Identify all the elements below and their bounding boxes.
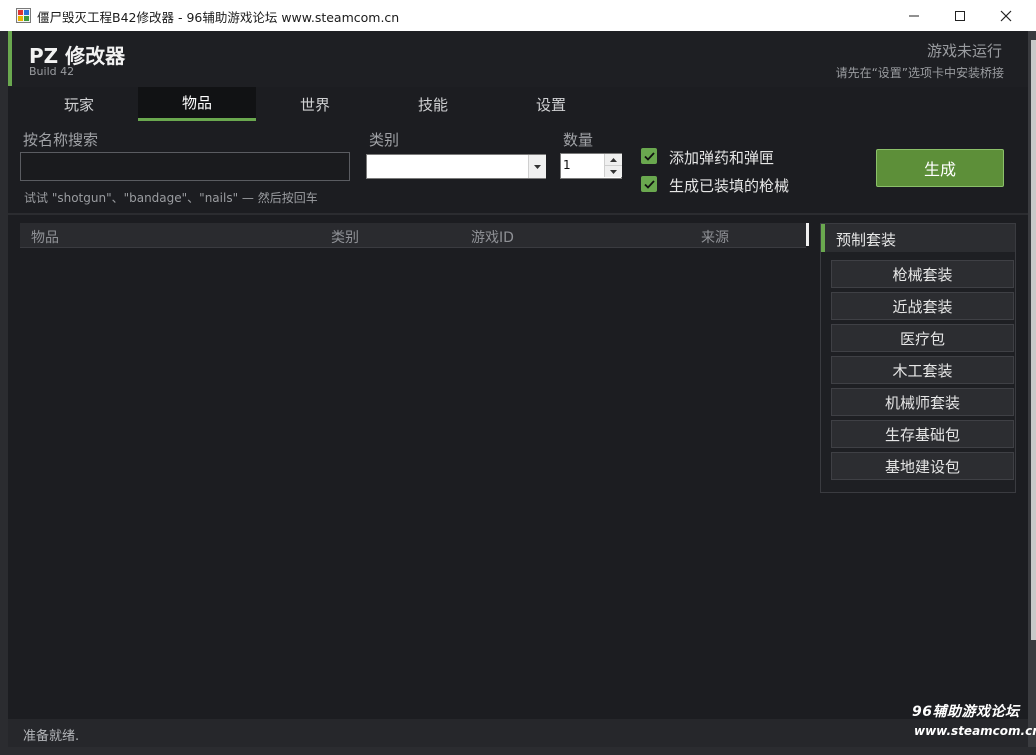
column-header-category[interactable]: 类别 (331, 227, 359, 247)
search-label: 按名称搜索 (23, 131, 99, 149)
preset-button-melee[interactable]: 近战套装 (831, 292, 1014, 320)
preset-button-mechanic[interactable]: 机械师套装 (831, 388, 1014, 416)
category-label: 类别 (369, 131, 400, 149)
category-dropdown-button[interactable] (528, 155, 546, 178)
chevron-down-icon (534, 164, 541, 169)
window-bottom-edge (0, 747, 1036, 755)
maximize-button[interactable] (937, 0, 983, 31)
column-header-game-id[interactable]: 游戏ID (471, 227, 514, 247)
close-button[interactable] (983, 0, 1029, 31)
preset-button-survival[interactable]: 生存基础包 (831, 420, 1014, 448)
status-bar (8, 719, 1028, 747)
ammo-checkbox-label[interactable]: 添加弹药和弹匣 (669, 147, 774, 168)
preset-button-carpentry[interactable]: 木工套装 (831, 356, 1014, 384)
loaded-gun-checkbox[interactable] (641, 176, 657, 192)
preset-button-medical[interactable]: 医疗包 (831, 324, 1014, 352)
tab-player[interactable]: 玩家 (20, 87, 138, 121)
background-window-edge (1031, 40, 1036, 640)
tab-settings[interactable]: 设置 (492, 87, 610, 121)
loaded-gun-checkbox-label[interactable]: 生成已装填的枪械 (669, 175, 789, 196)
status-text: 准备就绪. (23, 729, 80, 744)
quantity-label: 数量 (563, 131, 594, 149)
presets-accent-bar (821, 224, 825, 252)
chevron-down-icon (610, 169, 617, 174)
window-left-edge (0, 31, 8, 755)
category-select[interactable] (366, 154, 546, 179)
maximize-icon (955, 10, 965, 21)
items-table-body[interactable] (20, 248, 806, 714)
game-status: 游戏未运行 (926, 42, 1002, 60)
tab-bar: 玩家 物品 世界 技能 设置 (20, 87, 610, 121)
presets-title: 预制套装 (836, 231, 897, 249)
minimize-icon (909, 15, 919, 16)
game-status-hint: 请先在“设置”选项卡中安装桥接 (835, 66, 1004, 80)
window-title: 僵尸毁灭工程B42修改器 - 96辅助游戏论坛 www.steamcom.cn (37, 10, 400, 25)
chevron-up-icon (610, 157, 617, 162)
close-icon (1000, 10, 1012, 21)
preset-button-base-building[interactable]: 基地建设包 (831, 452, 1014, 480)
generate-button[interactable]: 生成 (876, 149, 1004, 187)
search-input[interactable] (20, 152, 350, 181)
preset-button-firearms[interactable]: 枪械套装 (831, 260, 1014, 288)
table-header-edge (806, 223, 809, 246)
check-icon (643, 179, 655, 189)
items-table-header (20, 223, 806, 248)
column-header-item[interactable]: 物品 (31, 227, 59, 247)
check-icon (643, 151, 655, 161)
quantity-decrement[interactable] (604, 166, 622, 177)
quantity-value[interactable]: 1 (563, 158, 571, 172)
watermark-title: 96辅助游戏论坛 (912, 704, 1020, 720)
tab-world[interactable]: 世界 (256, 87, 374, 121)
toolbar-divider (8, 213, 1028, 215)
tab-skills[interactable]: 技能 (374, 87, 492, 121)
ammo-checkbox[interactable] (641, 148, 657, 164)
minimize-button[interactable] (891, 0, 937, 31)
column-header-source[interactable]: 来源 (701, 227, 729, 247)
tab-items[interactable]: 物品 (138, 87, 256, 121)
watermark-url: www.steamcom.cn (914, 724, 1036, 738)
app-icon (16, 8, 31, 23)
quantity-increment[interactable] (604, 154, 622, 166)
search-hint: 试试 "shotgun"、"bandage"、"nails" — 然后按回车 (24, 191, 318, 205)
header-accent-bar (8, 31, 12, 86)
app-build-label: Build 42 (29, 65, 75, 78)
